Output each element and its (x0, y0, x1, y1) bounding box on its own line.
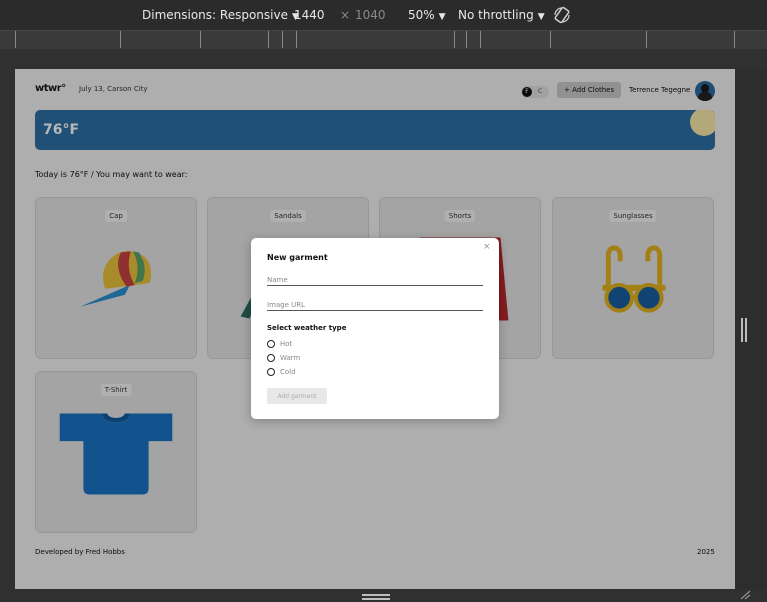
dimensions-label: Dimensions: Responsive (142, 8, 288, 22)
chevron-down-icon: ▼ (537, 12, 545, 22)
radio-warm[interactable] (267, 354, 275, 362)
radio-option-cold[interactable]: Cold (267, 367, 296, 377)
radio-label-cold: Cold (280, 368, 296, 376)
media-query-ruler[interactable] (0, 30, 767, 50)
resize-corner-icon[interactable] (739, 590, 751, 600)
resize-gutter (735, 69, 767, 589)
zoom-label: 50% (408, 8, 435, 22)
dimensions-dropdown[interactable]: Dimensions: Responsive ▼ (142, 8, 299, 24)
throttling-label: No throttling (458, 8, 534, 22)
weather-type-label: Select weather type (267, 324, 347, 332)
throttling-dropdown[interactable]: No throttling ▼ (458, 8, 545, 24)
radio-label-hot: Hot (280, 340, 293, 348)
chevron-down-icon: ▼ (438, 12, 446, 22)
close-icon[interactable]: × (483, 242, 491, 252)
image-url-input[interactable] (267, 299, 483, 311)
radio-option-hot[interactable]: Hot (267, 339, 292, 349)
add-garment-button[interactable]: Add garment (267, 388, 327, 404)
rotate-icon[interactable] (552, 5, 572, 25)
resize-handle-bottom[interactable] (362, 594, 390, 600)
width-input[interactable]: 1440 (294, 8, 325, 22)
new-garment-modal: × New garment Select weather type Hot Wa… (251, 238, 499, 419)
devtools-toolbar: Dimensions: Responsive ▼ 1440 × 1040 50% ▼… (0, 0, 767, 30)
modal-title: New garment (267, 253, 328, 262)
radio-hot[interactable] (267, 340, 275, 348)
zoom-dropdown[interactable]: 50% ▼ (408, 8, 446, 24)
radio-cold[interactable] (267, 368, 275, 376)
name-input[interactable] (267, 274, 483, 286)
radio-option-warm[interactable]: Warm (267, 353, 300, 363)
height-input[interactable]: 1040 (355, 8, 386, 22)
resize-handle-right[interactable] (741, 318, 747, 342)
times-icon: × (340, 8, 351, 22)
page-viewport: wtwr° July 13, Carson City F C + Add Clo… (15, 69, 735, 589)
radio-label-warm: Warm (280, 354, 301, 362)
